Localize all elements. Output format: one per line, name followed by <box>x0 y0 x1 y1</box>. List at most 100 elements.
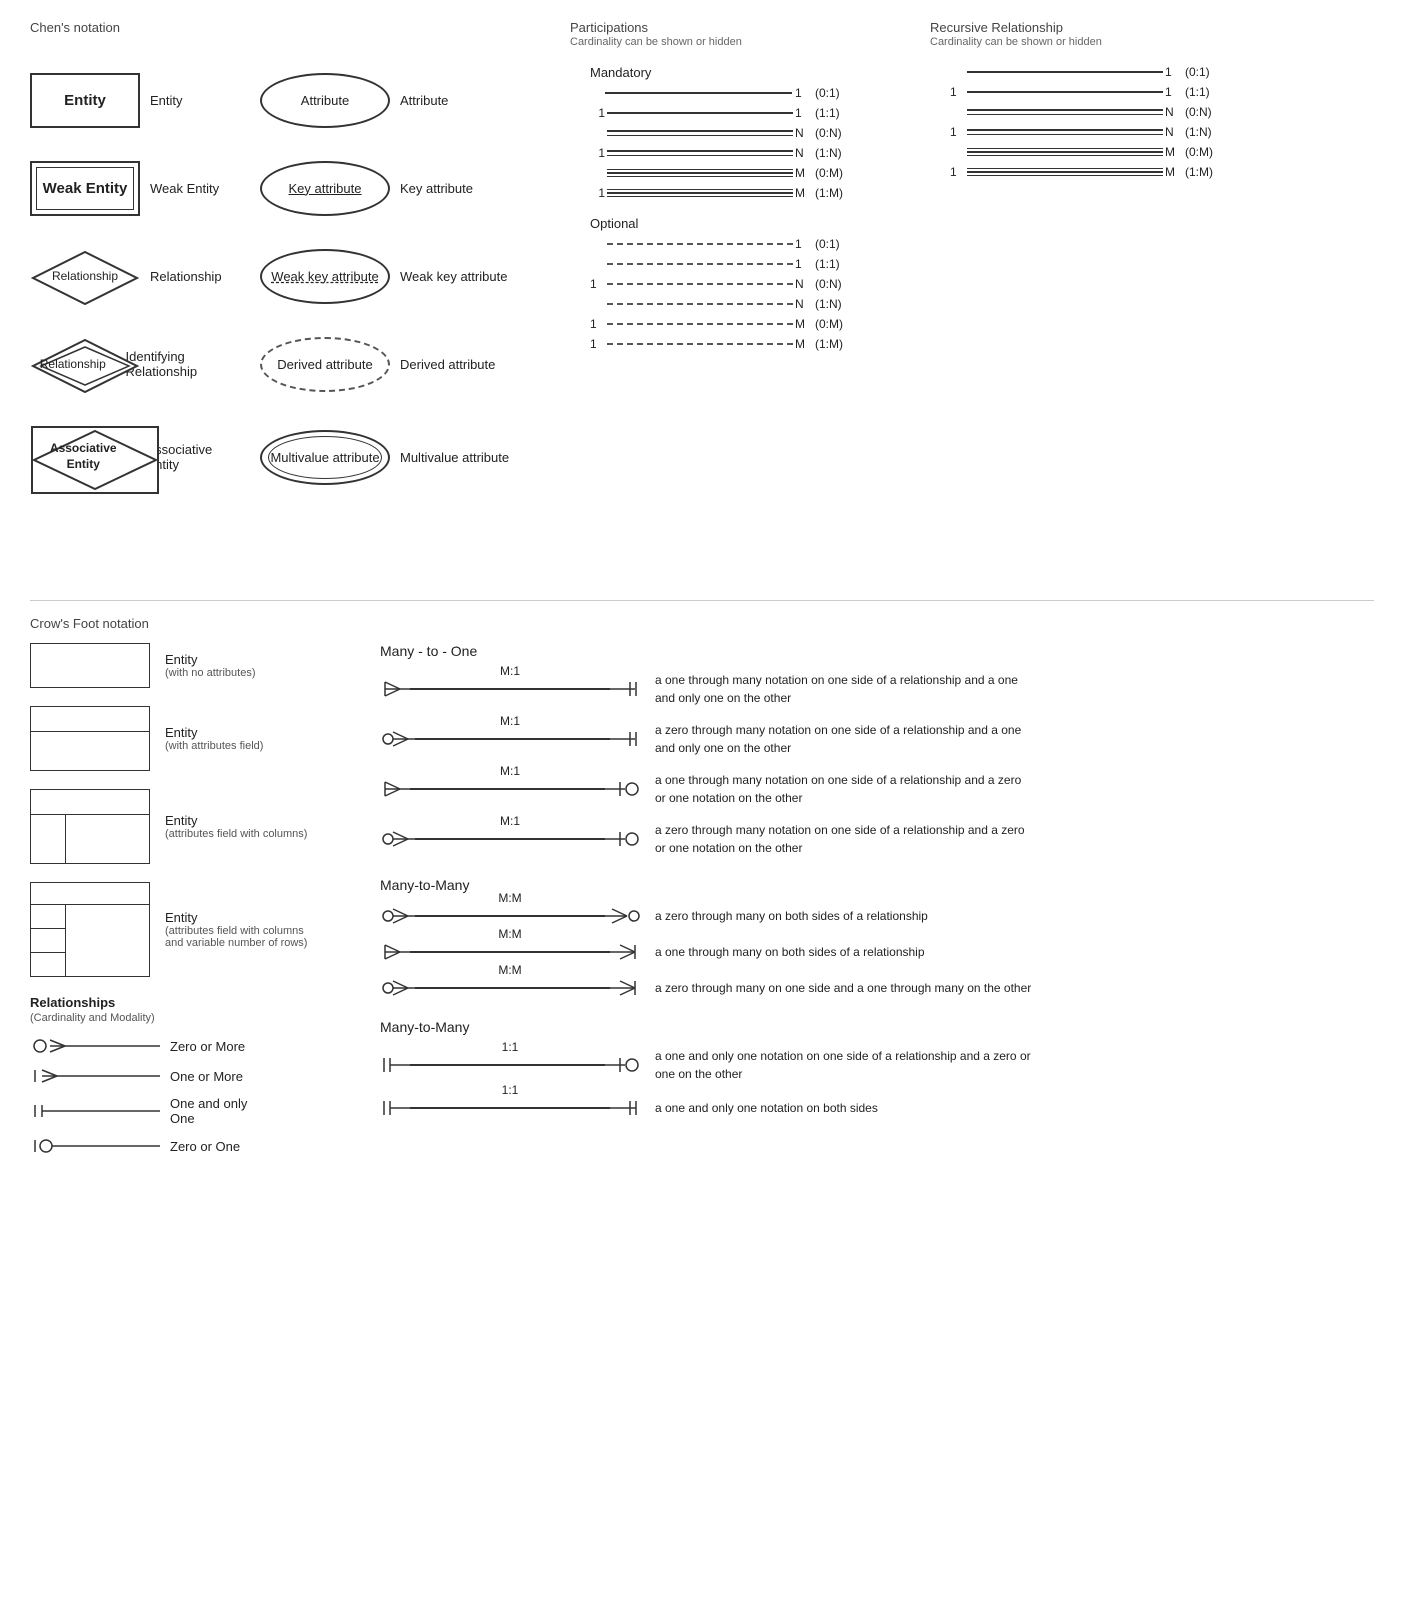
m1-row-3: M:1 a one through many not <box>380 771 1374 807</box>
zero-one-right <box>605 778 640 800</box>
crows-entity-attr-sub: (with attributes field) <box>165 740 263 752</box>
mm-desc-2: a one through many on both sides of a re… <box>655 943 925 961</box>
multivalue-attribute-row: Multivalue attribute Multivalue attribut… <box>260 417 570 497</box>
key-attribute-label: Key attribute <box>400 181 473 196</box>
zero-or-more-symbol <box>30 1036 160 1056</box>
weak-entity-shape: Weak Entity <box>30 161 140 216</box>
one-or-more-symbol <box>30 1066 160 1086</box>
optional-row-4: N (1:N) <box>590 297 930 311</box>
chens-entity-row: Entity Entity <box>30 65 230 135</box>
identifying-relationship-label: Identifying Relationship <box>126 349 230 379</box>
11-row-1: 1:1 a one and only one notat <box>380 1047 1374 1083</box>
weak-key-attribute-shape: Weak key attribute <box>260 249 390 304</box>
crow-one-more-right-mm3 <box>610 977 640 999</box>
multivalue-attribute-label: Multivalue attribute <box>400 450 509 465</box>
optional-row-1: 1 (0:1) <box>590 237 930 251</box>
derived-attribute-row: Derived attribute Derived attribute <box>260 329 570 399</box>
zero-or-one-symbol <box>30 1136 160 1156</box>
mandatory-row-2: 1 1 (1:1) <box>590 106 930 120</box>
crows-entity-simple-row: Entity (with no attributes) <box>30 643 350 688</box>
card-11: (1:1) <box>815 106 855 120</box>
mm-row-1: M:M a zero th <box>380 905 1374 927</box>
optional-row-3: 1 N (0:N) <box>590 277 930 291</box>
zero-or-more-row: Zero or More <box>30 1036 350 1056</box>
many-to-one-title: Many - to - One <box>380 643 1374 659</box>
optional-row-2: 1 (1:1) <box>590 257 930 271</box>
one-only-left-11-2 <box>380 1097 410 1119</box>
crows-entity-simple-sub: (with no attributes) <box>165 667 255 679</box>
one-only-right-11-2 <box>610 1097 640 1119</box>
mandatory-row-1: 1 (0:1) <box>590 86 930 100</box>
crows-right-col: Many - to - One M:1 <box>350 643 1374 1166</box>
rec-row-2: 1 1 (1:1) <box>950 85 1310 99</box>
m1-row-1: M:1 a one throu <box>380 671 1374 707</box>
crow-one-more-left-mm2 <box>380 941 410 963</box>
m1-desc-2: a zero through many notation on one side… <box>655 721 1035 757</box>
mm-desc-1: a zero through many on both sides of a r… <box>655 907 928 925</box>
relationships-section: Relationships (Cardinality and Modality)… <box>30 995 350 1156</box>
crow-one-more-left <box>380 678 410 700</box>
entity-label: Entity <box>150 93 183 108</box>
mandatory-row-3: N (0:N) <box>590 126 930 140</box>
crow-zero-more-left-2 <box>380 828 415 850</box>
chens-identifying-rel-row: Relationship Identifying Relationship <box>30 329 230 399</box>
11-desc-1: a one and only one notation on one side … <box>655 1047 1035 1083</box>
key-attribute-row: Key attribute Key attribute <box>260 153 570 223</box>
chens-entities-col: Entity Entity Weak Entity Weak Entity Re… <box>30 65 230 585</box>
card-1n: (1:N) <box>815 146 855 160</box>
crow-zero-more-left-mm3 <box>380 977 415 999</box>
rec-row-3: N (0:N) <box>950 105 1310 119</box>
card-0n: (0:N) <box>815 126 855 140</box>
card-01: (0:1) <box>815 86 855 100</box>
chens-relationship-row: Relationship Relationship <box>30 241 230 311</box>
many-to-many-title: Many-to-Many <box>380 877 1374 893</box>
crows-entity-varrows-sub: (attributes field with columns and varia… <box>165 925 315 949</box>
card-0m: (0:M) <box>815 166 855 180</box>
one-only-row: One and only One <box>30 1096 350 1126</box>
mandatory-row-6: 1 M (1:M) <box>590 186 930 200</box>
recursive-title: Recursive Relationship <box>930 20 1063 35</box>
crows-entity-simple <box>30 643 150 688</box>
crows-entity-cols-label: Entity <box>165 813 307 828</box>
crows-entity-cols-sub: (attributes field with columns) <box>165 828 307 840</box>
mm-row-2: M:M a one thr <box>380 941 1374 963</box>
one-only-symbol <box>30 1101 160 1121</box>
card-1m: (1:M) <box>815 186 855 200</box>
crows-entity-varrows-row: Entity (attributes field with columns an… <box>30 882 350 977</box>
optional-row-6: 1 M (1:M) <box>590 337 930 351</box>
section-divider <box>30 600 1374 601</box>
attribute-row: Attribute Attribute <box>260 65 570 135</box>
m1-desc-3: a one through many notation on one side … <box>655 771 1035 807</box>
crow-zero-more-right-mm1 <box>605 905 640 927</box>
relationship-shape: Relationship <box>30 249 140 304</box>
zero-or-more-label: Zero or More <box>170 1039 245 1054</box>
mm-row-3: M:M a zero through many <box>380 977 1374 999</box>
identifying-relationship-shape: Relationship <box>30 337 116 392</box>
one-or-more-row: One or More <box>30 1066 350 1086</box>
zero-one-right-2 <box>605 828 640 850</box>
multivalue-attribute-shape: Multivalue attribute <box>260 430 390 485</box>
one-only-right-2 <box>610 728 640 750</box>
one-to-one-title: Many-to-Many <box>380 1019 1374 1035</box>
optional-row-5: 1 M (0:M) <box>590 317 930 331</box>
m1-desc-1: a one through many notation on one side … <box>655 671 1035 707</box>
chens-weak-entity-row: Weak Entity Weak Entity <box>30 153 230 223</box>
attribute-shape: Attribute <box>260 73 390 128</box>
crows-entity-simple-label: Entity <box>165 652 255 667</box>
11-row-2: 1:1 a one and only one notat <box>380 1097 1374 1119</box>
crow-zero-more-left-mm1 <box>380 905 415 927</box>
crows-title: Crow's Foot notation <box>30 616 1374 631</box>
weak-entity-label: Weak Entity <box>150 181 219 196</box>
rec-row-5: M (0:M) <box>950 145 1310 159</box>
relationships-title: Relationships <box>30 995 350 1010</box>
derived-attribute-label: Derived attribute <box>400 357 495 372</box>
attribute-label: Attribute <box>400 93 448 108</box>
chens-associative-row: AssociativeEntity Associative Entity <box>30 417 230 497</box>
crows-entity-attr-label: Entity <box>165 725 263 740</box>
relationships-subtitle: (Cardinality and Modality) <box>30 1012 350 1024</box>
rec-row-4: 1 N (1:N) <box>950 125 1310 139</box>
mandatory-row-5: M (0:M) <box>590 166 930 180</box>
chens-title: Chen's notation <box>30 20 120 35</box>
derived-attribute-shape: Derived attribute <box>260 337 390 392</box>
rec-row-6: 1 M (1:M) <box>950 165 1310 179</box>
